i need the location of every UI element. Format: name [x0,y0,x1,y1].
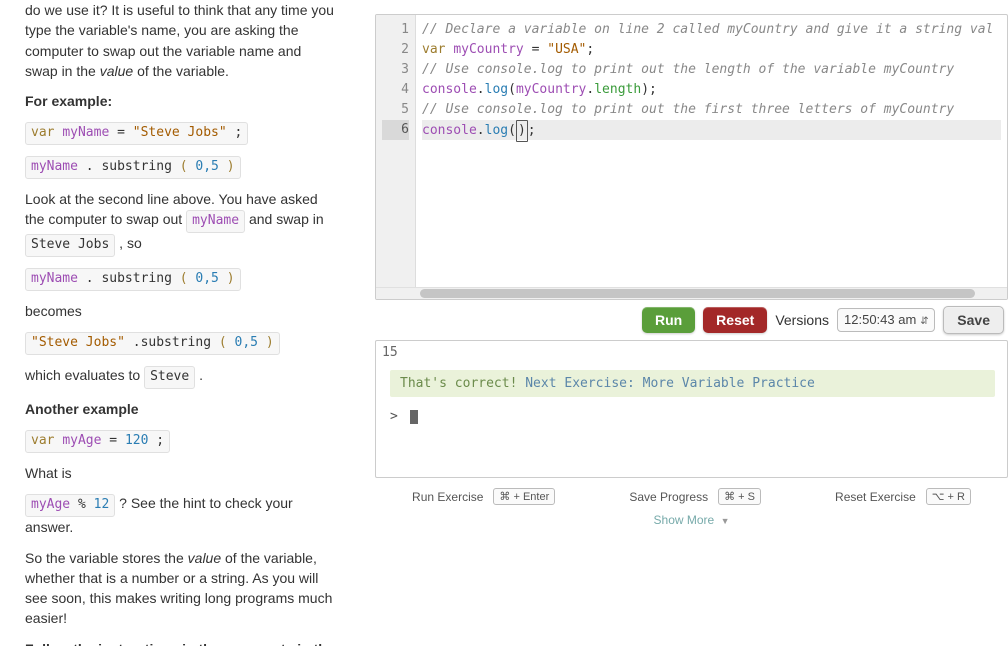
next-exercise-link[interactable]: Next Exercise: More Variable Practice [525,376,815,391]
reset-button[interactable]: Reset [703,307,767,333]
shortcut-save-label: Save Progress [629,490,708,504]
instructions-panel: do we use it? It is useful to think that… [0,0,355,646]
text: and swap in [249,211,324,227]
shortcut-save-key: ⌘ + S [718,488,761,505]
token-paren: ) [227,271,235,286]
line-number: 3 [382,60,409,80]
console-result: 15 [382,345,1001,360]
code-example-4: var myAge = 120 ; [25,430,170,453]
token-dot: . [86,159,94,174]
token-ident: myAge [31,497,70,512]
success-banner: That's correct! Next Exercise: More Vari… [390,370,995,397]
save-button[interactable]: Save [943,306,1004,334]
show-more-button[interactable]: Show More ▼ [375,513,1008,527]
text: of the variable. [137,63,229,79]
heading-another: Another example [25,401,139,417]
heading-follow: Follow the instructions in the comments … [25,641,335,646]
token-ident: myName [62,125,109,140]
shortcut-run-label: Run Exercise [412,490,483,504]
shortcut-reset-key: ⌥ + R [926,488,971,505]
token-args: 0,5 [235,335,258,350]
prompt-symbol: > [390,409,398,424]
line-number: 4 [382,80,409,100]
token-op: % [78,497,94,512]
line-number: 5 [382,100,409,120]
code-example-2b: myName . substring ( 0,5 ) [25,268,241,291]
token-var: var [31,125,54,140]
inline-code: Steve Jobs [31,237,109,252]
line-number: 6 [382,120,409,140]
text: , so [119,235,142,251]
token-semi: ; [235,125,243,140]
token-var: var [31,433,54,448]
chevron-down-icon: ▼ [721,516,730,526]
text: . [199,367,203,383]
token-paren: ( [180,159,188,174]
run-button[interactable]: Run [642,307,695,333]
token-paren: ( [180,271,188,286]
token-dot: . [86,271,94,286]
instructions-p5: So the variable stores the value of the … [25,548,337,629]
text-becomes: becomes [25,301,337,321]
code-example-2: myName . substring ( 0,5 ) [25,156,241,179]
console-prompt[interactable]: > [382,409,1001,424]
token-num: 12 [94,497,110,512]
text-em: value [188,550,221,566]
code-example-3: "Steve Jobs" .substring ( 0,5 ) [25,332,280,355]
text-whatis: What is [25,463,337,483]
token-method: .substring [133,335,211,350]
editor-gutter: 1 2 3 4 5 6 [376,15,416,287]
token-args: 0,5 [195,159,218,174]
token-op: = [117,125,133,140]
shortcut-run-key: ⌘ + Enter [493,488,555,505]
token-ident: myName [31,159,78,174]
instructions-intro: do we use it? It is useful to think that… [25,0,337,81]
code-editor[interactable]: 1 2 3 4 5 6 // Declare a variable on lin… [375,14,1008,300]
workspace-panel: 1 2 3 4 5 6 // Declare a variable on lin… [355,0,1008,646]
heading-for-example: For example: [25,93,112,109]
code-example-5: myAge % 12 [25,494,115,517]
token-semi: ; [156,433,164,448]
token-ident: myAge [62,433,101,448]
instructions-p4: myAge % 12 ? See the hint to check your … [25,493,337,537]
instructions-p2: Look at the second line above. You have … [25,189,337,257]
editor-content[interactable]: // Declare a variable on line 2 called m… [416,15,1007,287]
token-paren: ) [266,335,274,350]
token-op: = [109,433,125,448]
inline-code: myName [192,213,239,228]
token-method: substring [101,271,171,286]
cursor-icon [410,410,418,424]
text-em: value [100,63,133,79]
token-paren: ( [219,335,227,350]
token-string: "Steve Jobs" [31,335,125,350]
text: So the variable stores the [25,550,188,566]
text: which evaluates to [25,367,144,383]
token-string: "Steve Jobs" [133,125,227,140]
token-args: 0,5 [195,271,218,286]
console-output[interactable]: 15 That's correct! Next Exercise: More V… [375,340,1008,478]
inline-code: Steve [150,369,189,384]
shortcut-bar: Run Exercise ⌘ + Enter Save Progress ⌘ +… [375,488,1008,505]
shortcut-reset-label: Reset Exercise [835,490,916,504]
token-method: substring [101,159,171,174]
editor-toolbar: Run Reset Versions 12:50:43 am Save [375,306,1008,334]
line-number: 2 [382,40,409,60]
line-number: 1 [382,20,409,40]
show-more-label: Show More [654,513,715,527]
versions-label: Versions [775,312,829,328]
token-paren: ) [227,159,235,174]
instructions-p3: which evaluates to Steve . [25,365,337,389]
scrollbar-thumb[interactable] [420,289,975,298]
token-num: 120 [125,433,148,448]
token-ident: myName [31,271,78,286]
versions-select[interactable]: 12:50:43 am [837,308,935,332]
success-text: That's correct! [400,376,525,391]
code-example-1: var myName = "Steve Jobs" ; [25,122,248,145]
editor-horizontal-scrollbar[interactable] [376,287,1007,299]
